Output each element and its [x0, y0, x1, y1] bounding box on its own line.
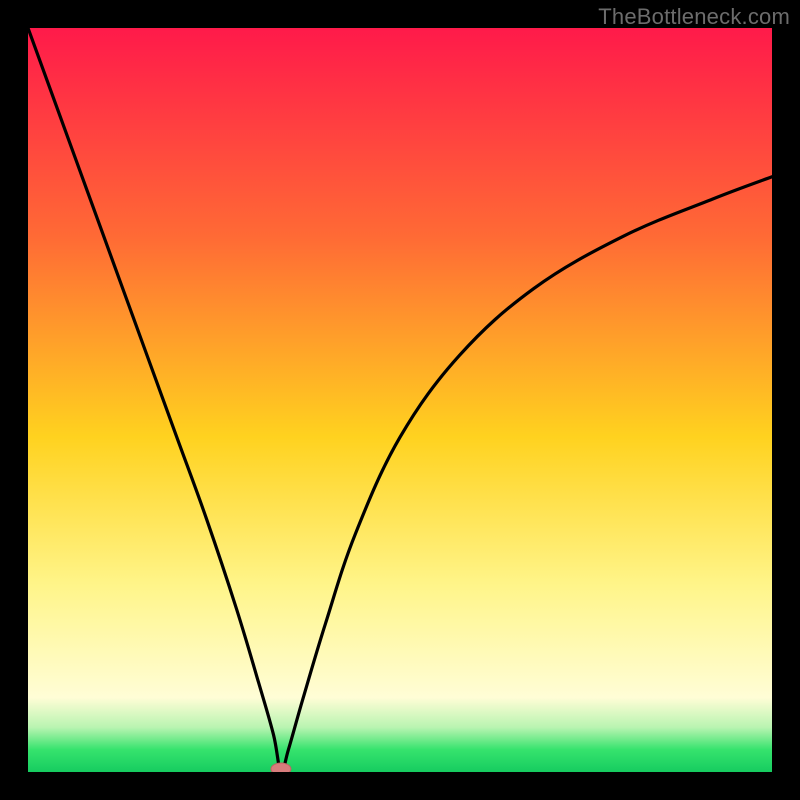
chart-frame: TheBottleneck.com: [0, 0, 800, 800]
chart-background: [28, 28, 772, 772]
chart-svg: [28, 28, 772, 772]
watermark-label: TheBottleneck.com: [598, 4, 790, 30]
plot-area: [28, 28, 772, 772]
min-marker: [271, 763, 291, 772]
